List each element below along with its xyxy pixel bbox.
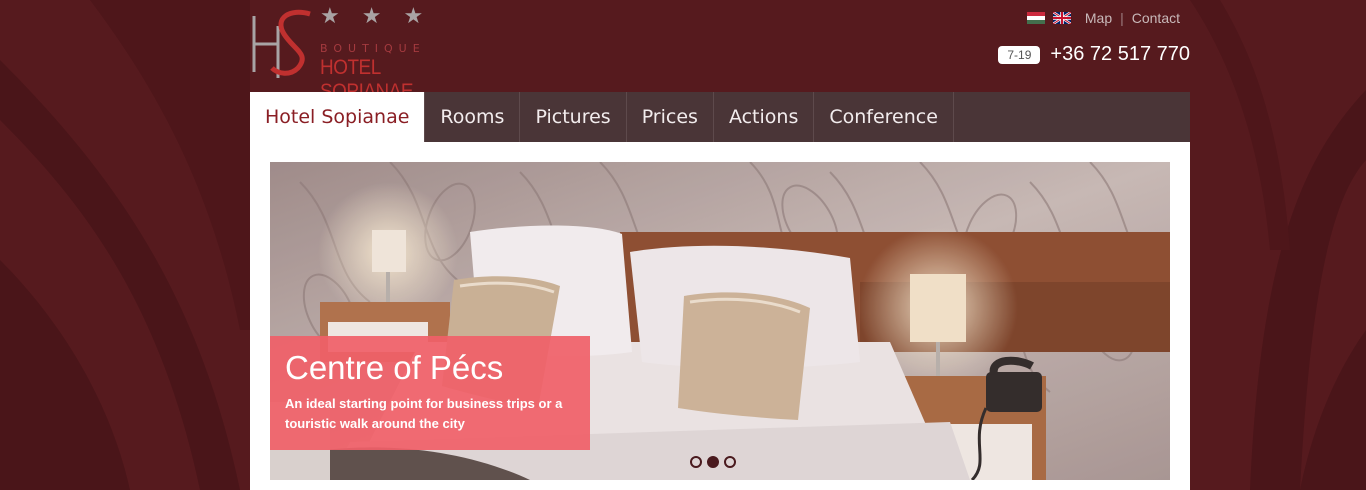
main-content: Centre of Pécs An ideal starting point f… <box>250 142 1190 490</box>
caption-text: An ideal starting point for business tri… <box>285 396 563 431</box>
map-link[interactable]: Map <box>1085 10 1112 26</box>
top-links: Map | Contact <box>1026 10 1180 26</box>
phone-number[interactable]: +36 72 517 770 <box>1050 43 1190 66</box>
nav-item-conference[interactable]: Conference <box>814 92 954 142</box>
nav-item-actions[interactable]: Actions <box>714 92 815 142</box>
star-rating: ★ ★ ★ <box>320 6 423 28</box>
nav-item-hotel-sopianae[interactable]: Hotel Sopianae <box>250 92 426 142</box>
image-slider[interactable]: Centre of Pécs An ideal starting point f… <box>270 162 1170 480</box>
contact-link[interactable]: Contact <box>1132 10 1180 26</box>
hu-flag-icon[interactable] <box>1026 12 1045 24</box>
nav-item-pictures[interactable]: Pictures <box>520 92 627 142</box>
star-icon: ★ <box>320 4 340 29</box>
main-nav: Hotel Sopianae Rooms Pictures Prices Act… <box>250 92 1190 142</box>
hotel-logo[interactable]: ★ ★ ★ BOUTIQUE HOTEL SOPIANAE <box>250 4 470 103</box>
logo-mark-icon <box>252 9 311 78</box>
link-separator: | <box>1120 10 1124 26</box>
opening-hours-badge: 7-19 <box>998 45 1041 64</box>
slide-dot[interactable] <box>724 456 736 468</box>
slide-dot[interactable] <box>690 456 702 468</box>
caption-title: Centre of Pécs <box>285 349 504 386</box>
slider-pagination <box>690 456 736 468</box>
uk-flag-icon[interactable] <box>1052 12 1071 24</box>
star-icon: ★ <box>403 4 424 29</box>
slide-dot-active[interactable] <box>707 456 719 468</box>
phone-info: 7-19 +36 72 517 770 <box>998 43 1190 66</box>
logo-subtitle: BOUTIQUE <box>320 42 426 55</box>
slide-caption: Centre of Pécs An ideal starting point f… <box>270 336 590 450</box>
nav-item-prices[interactable]: Prices <box>627 92 714 142</box>
nav-item-rooms[interactable]: Rooms <box>425 92 521 142</box>
star-icon: ★ <box>361 4 382 29</box>
